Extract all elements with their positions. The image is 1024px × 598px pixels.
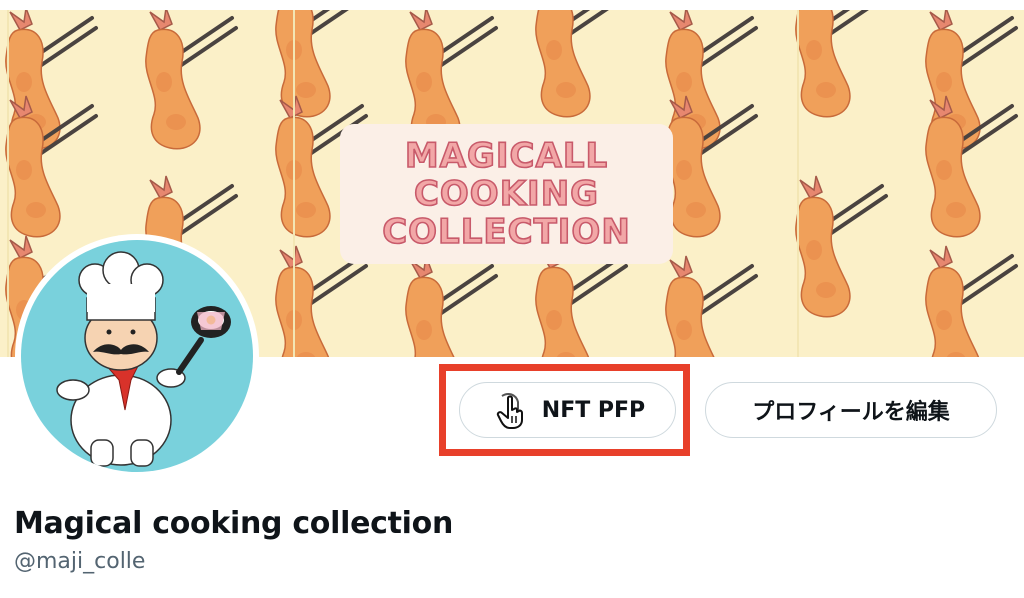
edit-profile-label: プロフィールを編集 xyxy=(752,400,950,425)
edit-profile-button[interactable]: プロフィールを編集 xyxy=(705,382,997,438)
banner-title-line-1: MAGICALL xyxy=(404,136,609,176)
avatar-image xyxy=(21,240,253,472)
hand-pointer-icon xyxy=(496,393,523,429)
avatar[interactable] xyxy=(15,234,259,478)
nft-pfp-button[interactable]: NFT PFP xyxy=(459,382,676,438)
chef-character-icon xyxy=(56,251,231,467)
profile-page: MAGICALL COOKING COLLECTION NFT PFP プロフィ… xyxy=(0,0,1024,598)
banner-title-line-3: COLLECTION xyxy=(381,212,631,252)
nft-pfp-label: NFT PFP xyxy=(541,397,646,423)
profile-handle: @maji_colle xyxy=(14,549,146,574)
profile-display-name: Magical cooking collection xyxy=(14,506,454,541)
banner-title-card: MAGICALL COOKING COLLECTION xyxy=(340,124,673,264)
banner-title-line-2: COOKING xyxy=(413,174,600,214)
